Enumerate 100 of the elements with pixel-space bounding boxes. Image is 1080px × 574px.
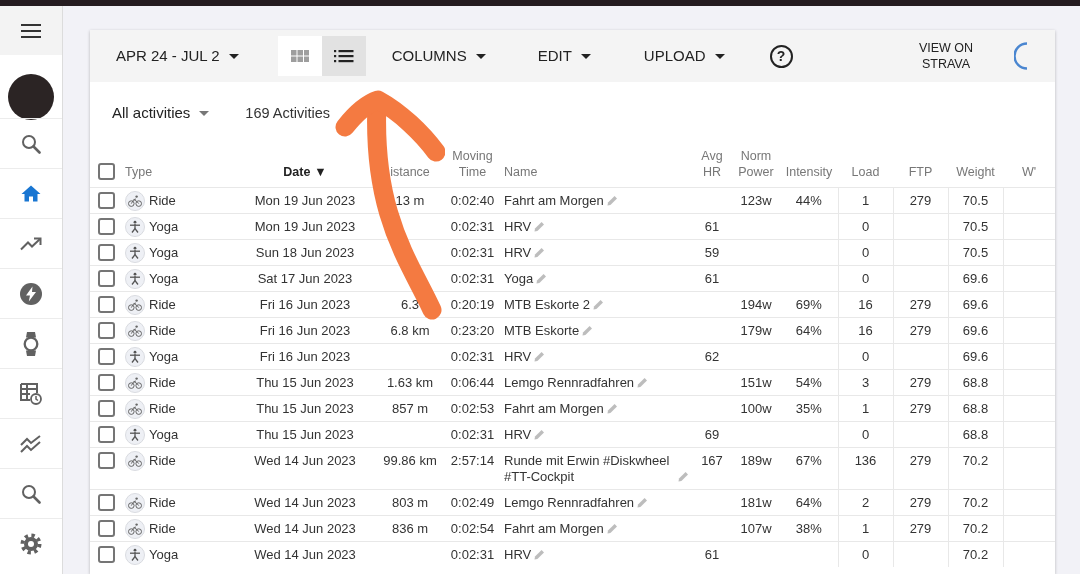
activity-name[interactable]: Fahrt am Morgen xyxy=(504,192,604,209)
intensity-value: 64% xyxy=(795,494,822,510)
column-header[interactable]: Date xyxy=(283,163,311,180)
load-value: 0 xyxy=(861,348,870,364)
row-checkbox[interactable] xyxy=(98,321,115,339)
help-button[interactable]: ? xyxy=(769,44,793,68)
list-icon xyxy=(333,49,354,63)
row-checkbox[interactable] xyxy=(98,399,115,417)
activity-name[interactable]: MTB Eskorte xyxy=(504,322,580,339)
row-checkbox[interactable] xyxy=(98,243,115,261)
menu-icon[interactable] xyxy=(21,23,41,38)
load-value: 2 xyxy=(861,494,870,510)
activity-name[interactable]: Fahrt am Morgen xyxy=(504,520,604,537)
avg-hr-value: 59 xyxy=(704,244,720,260)
weight-value: 70.2 xyxy=(962,494,989,510)
weight-value: 68.8 xyxy=(962,426,989,442)
line-chart-icon[interactable] xyxy=(20,434,42,453)
column-header[interactable]: Name xyxy=(504,163,538,180)
cycling-icon xyxy=(125,450,145,471)
row-checkbox[interactable] xyxy=(98,425,115,443)
list-view-button[interactable] xyxy=(321,36,366,76)
avg-hr-value: 61 xyxy=(704,270,720,286)
home-icon[interactable] xyxy=(21,185,41,202)
row-checkbox[interactable] xyxy=(98,347,115,365)
ftp-value: 279 xyxy=(909,400,932,416)
activity-name[interactable]: HRV xyxy=(504,546,532,563)
row-checkbox[interactable] xyxy=(98,191,115,209)
activity-name[interactable]: MTB Eskorte 2 xyxy=(504,296,590,313)
intensity-value: 44% xyxy=(795,192,822,208)
row-checkbox[interactable] xyxy=(98,269,115,287)
row-checkbox[interactable] xyxy=(98,519,115,537)
activity-type: Ride xyxy=(149,374,176,390)
activity-name[interactable]: Runde mit Erwin #Diskwheel #TT-Cockpit xyxy=(504,452,675,485)
load-value: 0 xyxy=(861,546,870,562)
column-header[interactable]: istance xyxy=(390,163,430,180)
sort-arrow[interactable]: ▼ xyxy=(314,164,327,179)
search-icon[interactable] xyxy=(21,483,41,504)
activity-date: Wed 14 Jun 2023 xyxy=(254,546,356,562)
row-checkbox[interactable] xyxy=(98,373,115,391)
column-header[interactable]: Weight xyxy=(956,163,995,180)
trending-up-icon[interactable] xyxy=(20,236,42,251)
moving-time: 0:02:53 xyxy=(450,400,495,416)
table-clock-icon[interactable] xyxy=(20,382,42,405)
strava-link[interactable]: VIEW ON STRAVA xyxy=(914,40,978,72)
column-header[interactable]: Type xyxy=(125,163,153,180)
activity-type: Ride xyxy=(149,400,176,416)
grid-icon xyxy=(290,50,309,62)
ftp-value: 279 xyxy=(909,374,932,390)
row-checkbox[interactable] xyxy=(98,545,115,563)
activity-name[interactable]: HRV xyxy=(504,426,532,443)
moving-time: 0:02:31 xyxy=(450,546,495,562)
ftp-value: 279 xyxy=(909,494,932,510)
person-icon xyxy=(125,268,145,289)
lightning-bolt-icon[interactable] xyxy=(20,282,42,305)
activity-date: Sun 18 Jun 2023 xyxy=(255,244,355,260)
activity-type: Yoga xyxy=(149,270,179,286)
load-value: 1 xyxy=(861,192,870,208)
norm-power-value: 151w xyxy=(740,374,772,390)
row-checkbox[interactable] xyxy=(98,493,115,511)
row-checkbox[interactable] xyxy=(98,451,115,469)
avatar[interactable] xyxy=(8,74,54,120)
toolbar-menu-button[interactable]: EDIT xyxy=(537,46,591,66)
intensity-value: 64% xyxy=(795,322,822,338)
activity-name[interactable]: HRV xyxy=(504,218,532,235)
select-all-checkbox[interactable] xyxy=(98,162,115,180)
weight-value: 70.2 xyxy=(962,452,989,468)
person-icon xyxy=(125,216,145,237)
date-range-dropdown[interactable]: APR 24 - JUL 2 xyxy=(116,46,239,66)
search-icon[interactable] xyxy=(21,133,41,154)
activity-name[interactable]: Lemgo Rennradfahren xyxy=(504,494,635,511)
distance-value: 99.86 km xyxy=(383,452,437,468)
activity-date: Thu 15 Jun 2023 xyxy=(256,400,354,416)
activity-name[interactable]: HRV xyxy=(504,244,532,261)
activity-type-dropdown[interactable]: All activities xyxy=(112,102,210,125)
column-header[interactable]: Moving Time xyxy=(447,147,498,180)
column-header[interactable]: W' xyxy=(1021,163,1037,180)
activity-name[interactable]: HRV xyxy=(504,348,532,365)
column-header[interactable]: Load xyxy=(851,163,880,180)
activity-name[interactable]: Fahrt am Morgen xyxy=(504,400,604,417)
load-value: 0 xyxy=(861,218,870,234)
toolbar-menu-button[interactable]: COLUMNS xyxy=(391,46,486,66)
weight-value: 69.6 xyxy=(962,348,989,364)
column-header[interactable]: Avg HR xyxy=(694,147,730,180)
activity-name[interactable]: Yoga xyxy=(504,270,534,287)
toolbar-menu-button[interactable]: UPLOAD xyxy=(643,46,725,66)
moving-time: 0:02:31 xyxy=(450,244,495,260)
activity-type: Yoga xyxy=(149,244,179,260)
settings-icon[interactable] xyxy=(20,532,42,555)
column-header[interactable]: Norm Power xyxy=(734,147,778,180)
avg-hr-value: 61 xyxy=(704,218,720,234)
column-header[interactable]: FTP xyxy=(908,163,933,180)
moving-time: 0:02:49 xyxy=(450,494,495,510)
row-checkbox[interactable] xyxy=(98,295,115,313)
row-checkbox[interactable] xyxy=(98,217,115,235)
person-icon xyxy=(125,346,145,367)
column-header[interactable]: Intensity xyxy=(785,163,833,180)
watch-icon[interactable] xyxy=(23,331,39,356)
activity-name[interactable]: Lemgo Rennradfahren xyxy=(504,374,635,391)
activity-date: Wed 14 Jun 2023 xyxy=(254,452,356,468)
activity-count: 169 Activities xyxy=(245,103,330,123)
